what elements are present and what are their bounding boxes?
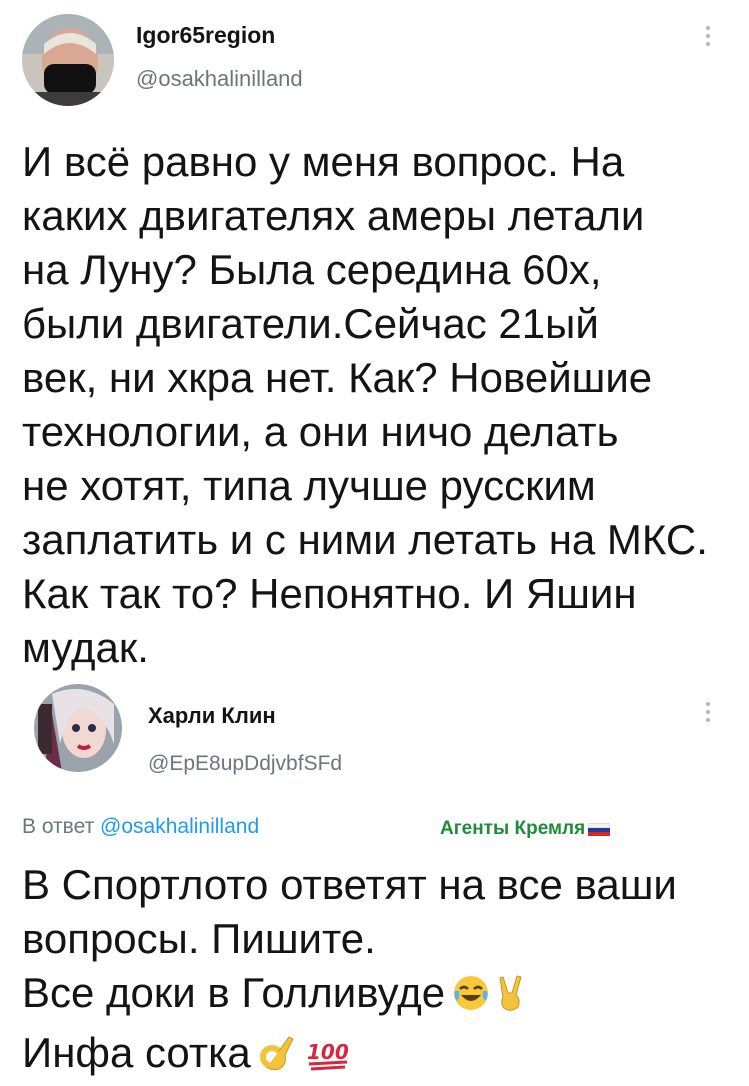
reply-prefix: В ответ	[22, 815, 95, 838]
ok-hand-emoji	[257, 1032, 299, 1086]
user-tag-label: Агенты Кремля	[440, 818, 586, 839]
tears-of-joy-emoji	[451, 972, 491, 1026]
reply-text-line: вопросы. Пишите.	[22, 915, 376, 962]
tweet-text-line: технологии, а они ничо делать	[22, 408, 619, 455]
tweet-text-line: Как так то? Непонятно. И Яшин	[22, 570, 637, 617]
reply-text: В Спортлото ответят на все ваши вопросы.…	[22, 858, 677, 1086]
reply-to-mention[interactable]: @osakhalinilland	[100, 815, 259, 838]
reply-context: В ответ @osakhalinilland	[22, 815, 259, 839]
russian-flag-icon	[588, 822, 611, 836]
author-avatar[interactable]	[22, 14, 114, 106]
reply-text-line-content: Все доки в Голливуде	[22, 969, 446, 1016]
hundred-points-emoji: 100	[305, 1032, 351, 1086]
tweet-text-line: были двигатели.Сейчас 21ый	[22, 300, 599, 347]
tweet-text-line: И всё равно у меня вопрос. На	[22, 138, 625, 185]
victory-hand-emoji	[497, 972, 525, 1026]
reply-text-line: Инфа сотка 100	[22, 1026, 677, 1086]
more-vertical-icon[interactable]	[705, 26, 711, 50]
more-vertical-icon[interactable]	[705, 702, 711, 726]
tweet-text-line: каких двигателях амеры летали	[22, 192, 645, 239]
svg-text:100: 100	[307, 1040, 349, 1064]
tweet-text-line: заплатить и с ними летать на МКС.	[22, 516, 708, 563]
reply-author-handle[interactable]: @EpE8upDdjvbfSFd	[148, 752, 342, 776]
reply-author-name[interactable]: Харли Клин	[148, 703, 276, 729]
reply-text-line-content: Инфа сотка	[22, 1029, 251, 1076]
author-handle[interactable]: @osakhalinilland	[136, 66, 303, 92]
reply-text-line: Все доки в Голливуде	[22, 966, 677, 1026]
reply-text-line: В Спортлото ответят на все ваши	[22, 861, 677, 908]
tweet-text-line: век, ни хкра нет. Как? Новейшие	[22, 354, 653, 401]
author-name[interactable]: Igor65region	[136, 22, 275, 49]
tweet-text-line: на Луну? Была середина 60х,	[22, 246, 602, 293]
user-tag: Агенты Кремля	[440, 818, 611, 840]
tweet-text-line: не хотят, типа лучше русским	[22, 462, 596, 509]
reply-author-avatar[interactable]	[34, 684, 122, 772]
tweet-text: И всё равно у меня вопрос. На каких двиг…	[22, 135, 708, 675]
tweet-text-line: мудак.	[22, 624, 149, 671]
